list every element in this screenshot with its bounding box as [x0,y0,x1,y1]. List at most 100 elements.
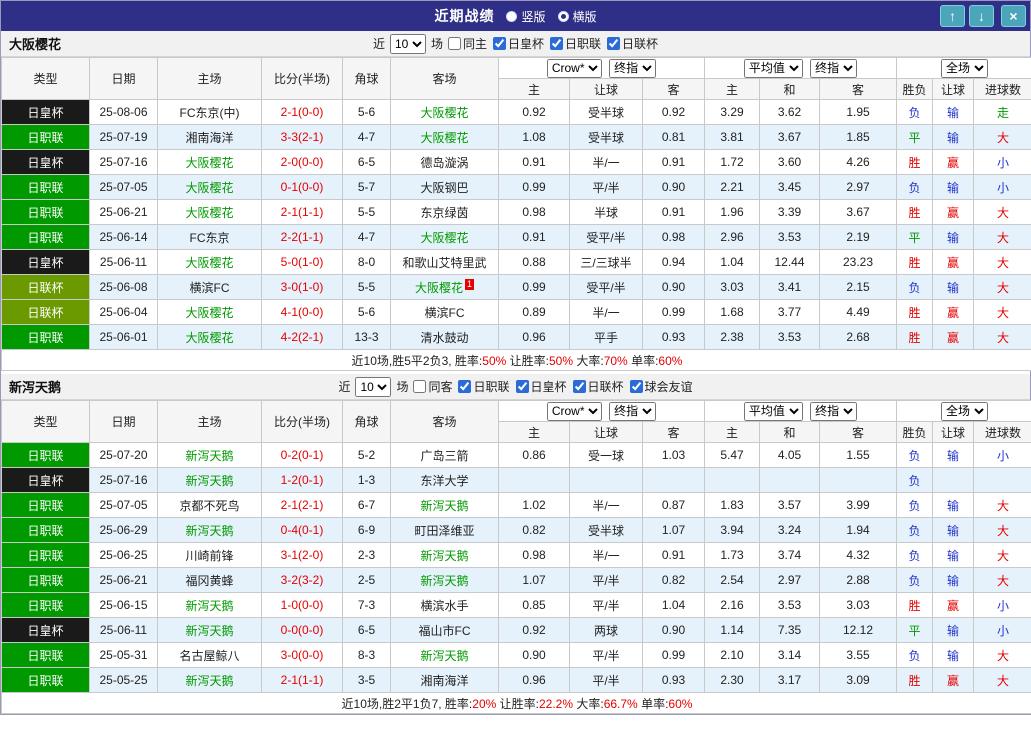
window-title: 近期战绩 [434,8,495,24]
result-cell: 负 [896,642,934,668]
scope-select[interactable]: 全场 [941,401,989,421]
handicap-home-odds-cell: 0.92 [498,617,570,643]
result-cell: 胜 [896,592,934,618]
handicap-line-cell: 平手 [569,324,643,350]
home-team-cell: 新泻天鹅 [157,442,262,468]
close-button[interactable]: × [1001,5,1026,27]
odds-company-select[interactable]: Crow* [546,58,602,78]
avg-home-odds-cell: 2.21 [704,174,760,200]
handicap-line-cell: 半/一 [569,492,643,518]
record-table: 类型 日期 主场 比分(半场) 角球 客场 Crow* 终指 平均值 终指 全场… [0,400,1031,714]
avg-home-odds-cell: 3.94 [704,517,760,543]
filter-option[interactable]: 日联杯 [607,35,658,52]
corner-cell: 5-5 [342,274,391,300]
filter-checkbox[interactable] [572,380,586,393]
handicap-result-cell: 赢 [932,199,975,225]
average-time-select[interactable]: 终指 [810,401,858,421]
summary-row: 近10场,胜2平1负7, 胜率:20% 让胜率:22.2% 大率:66.7% 单… [0,692,1031,714]
col-handicap-line: 让球 [569,421,643,443]
league-cell: 日职联 [1,492,90,518]
avg-home-odds-cell: 3.03 [704,274,760,300]
home-team-cell: 大阪樱花 [157,299,262,325]
scope-group-header: 全场 [896,57,1031,79]
filter-checkbox[interactable] [458,380,472,393]
layout-vertical-radio[interactable]: 竖版 [506,8,546,25]
col-let-result: 让球 [932,421,975,443]
home-team-cell: 横滨FC [157,274,262,300]
odds-company-select[interactable]: Crow* [546,401,602,421]
record-table: 类型 日期 主场 比分(半场) 角球 客场 Crow* 终指 平均值 终指 全场… [0,57,1031,371]
filter-checkbox[interactable] [629,380,643,393]
league-cell: 日职联 [1,124,90,150]
filter-option[interactable]: 同客 [413,378,452,395]
handicap-away-odds-cell: 0.82 [642,567,705,593]
odds-time-select[interactable]: 终指 [609,401,657,421]
filter-checkbox[interactable] [607,37,621,50]
filter-option[interactable]: 日皇杯 [515,378,567,395]
average-select[interactable]: 平均值 [743,401,803,421]
odds-time-select[interactable]: 终指 [609,58,657,78]
filter-checkbox[interactable] [413,380,427,393]
handicap-home-odds-cell [498,467,570,493]
league-cell: 日联杯 [1,274,90,300]
goals-result-cell: 大 [973,567,1031,593]
col-corner: 角球 [342,57,391,100]
result-cell: 负 [896,99,934,125]
handicap-result-cell: 输 [932,124,975,150]
handicap-away-odds-cell: 0.99 [642,642,705,668]
match-row: 日职联 25-05-31 名古屋鲸八 3-0(0-0) 8-3 新泻天鹅 0.90 平/半 0.… [1,642,1031,668]
col-handicap-home: 主 [498,421,570,443]
filter-option[interactable]: 球会友谊 [629,378,693,395]
goals-result-cell: 走 [973,99,1031,125]
average-select[interactable]: 平均值 [743,58,803,78]
corner-cell: 5-7 [342,174,391,200]
section-header-bar: 新泻天鹅 近 10 场 同客 日职联 日皇杯 日联杯 球会友谊 [1,374,1030,400]
away-team-cell: 福山市FC [390,617,499,643]
home-team-cell: 大阪樱花 [157,174,262,200]
move-up-button[interactable]: ↑ [940,5,965,27]
handicap-result-cell: 输 [932,224,975,250]
away-team-cell: 广岛三箭 [390,442,499,468]
corner-cell: 2-3 [342,542,391,568]
goals-result-cell: 小 [973,174,1031,200]
avg-away-odds-cell: 3.67 [818,199,898,225]
league-cell: 日职联 [1,667,90,693]
summary-label: 近10场,胜2平1负7, 胜率: [341,696,473,711]
avg-draw-odds-cell: 7.35 [759,617,820,643]
match-row: 日皇杯 25-07-16 新泻天鹅 1-2(0-1) 1-3 东洋大学 负 [1,467,1031,493]
filter-option[interactable]: 日职联 [550,35,601,52]
filter-option[interactable]: 日职联 [458,378,510,395]
scope-select[interactable]: 全场 [941,58,989,78]
handicap-home-odds-cell: 0.96 [498,667,570,693]
layout-horizontal-radio[interactable]: 横版 [557,8,597,25]
away-team-cell: 新泻天鹅 [390,642,499,668]
filter-option[interactable]: 日皇杯 [493,35,544,52]
filter-checkbox[interactable] [447,37,461,50]
summary-label: 单率: [641,696,669,711]
let-rate-value: 22.2% [538,696,574,711]
match-count-select[interactable]: 10 [355,376,392,397]
filter-checkbox[interactable] [493,37,506,50]
filter-option[interactable]: 日联杯 [572,378,624,395]
col-handicap-home: 主 [498,78,570,100]
recent-record-window: 近期战绩 竖版 横版 ↑ ↓ × 大阪樱花 近 10 场 同主 日皇杯 日职联 日联杯 [0,0,1031,715]
titlebar-buttons: ↑ ↓ × [940,5,1026,27]
euro-odds-group-header: 平均值 终指 [703,400,898,422]
filter-checkboxes: 同客 日职联 日皇杯 日联杯 球会友谊 [413,378,693,395]
filter-checkbox[interactable] [515,380,529,393]
average-time-select[interactable]: 终指 [810,58,858,78]
handicap-away-odds-cell: 0.90 [642,617,705,643]
avg-away-odds-cell: 12.12 [818,617,898,643]
match-row: 日职联 25-07-19 湘南海洋 3-3(2-1) 4-7 大阪樱花 1.08 受半球 0.8… [1,124,1031,150]
corner-cell: 2-5 [342,567,391,593]
move-down-button[interactable]: ↓ [969,5,994,27]
handicap-home-odds-cell: 0.96 [498,324,570,350]
match-count-select[interactable]: 10 [389,33,426,54]
filter-option[interactable]: 同主 [447,35,487,52]
filter-checkbox[interactable] [550,37,564,50]
match-row: 日皇杯 25-06-11 大阪樱花 5-0(1-0) 8-0 和歌山艾特里武 0.88 三/三… [1,249,1031,275]
handicap-away-odds-cell: 1.07 [642,517,705,543]
date-cell: 25-07-20 [89,442,158,468]
col-avg-draw: 和 [759,78,820,100]
handicap-result-cell: 赢 [932,149,975,175]
